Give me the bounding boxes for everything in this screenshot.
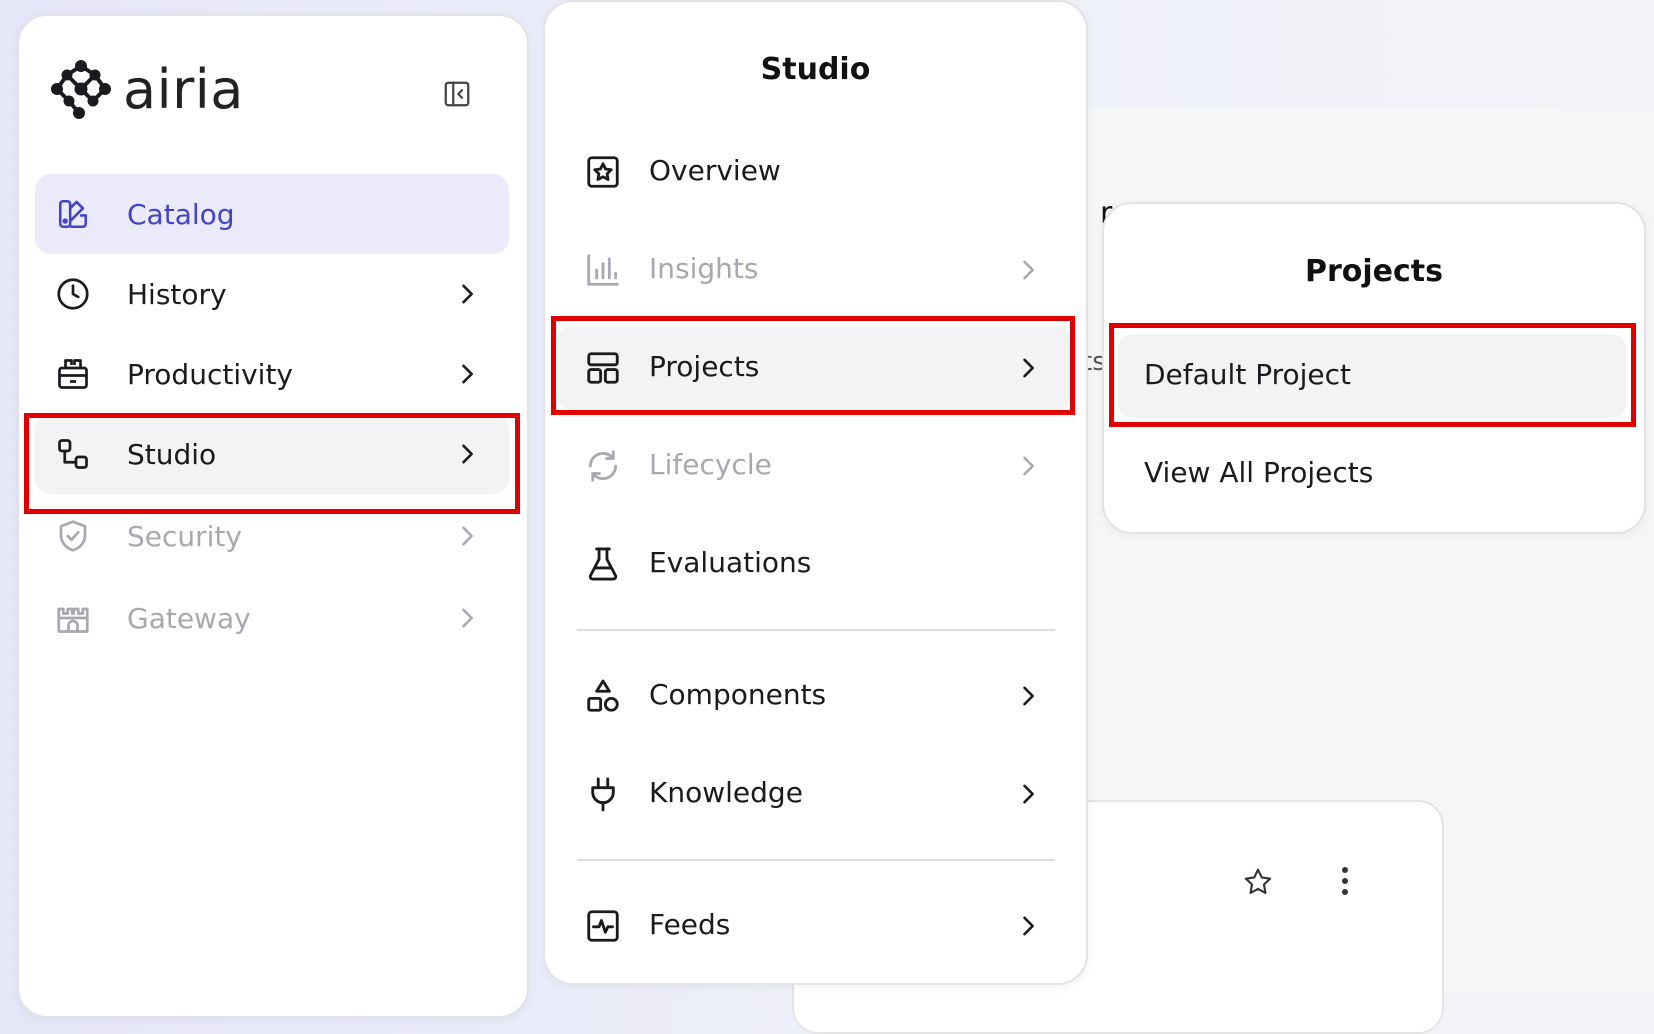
chevron-right-icon (462, 364, 473, 384)
sidebar-item-studio[interactable]: Studio (35, 414, 509, 494)
collapse-sidebar-icon (444, 81, 470, 107)
chevron-right-icon (1023, 456, 1034, 476)
menu-item-label: View All Projects (1144, 456, 1374, 489)
chevron-right-icon (1023, 784, 1034, 804)
menu-item-knowledge[interactable]: Knowledge (557, 752, 1072, 836)
productivity-icon (55, 356, 91, 392)
lifecycle-icon (583, 446, 623, 486)
menu-item-label: Lifecycle (649, 448, 772, 481)
components-icon (583, 676, 623, 716)
sidebar-item-label: Security (127, 519, 242, 553)
overview-icon (583, 152, 623, 192)
clock-icon (55, 276, 91, 312)
more-options-icon[interactable] (1339, 865, 1351, 901)
menu-divider (577, 629, 1055, 631)
projects-submenu: Projects Default Project View All Projec… (1102, 202, 1646, 534)
sidebar-item-gateway[interactable]: Gateway (35, 578, 509, 658)
menu-item-label: Default Project (1144, 358, 1352, 391)
menu-item-label: Projects (649, 350, 760, 383)
studio-icon (55, 436, 91, 472)
sidebar-item-label: Productivity (127, 357, 293, 391)
menu-item-components[interactable]: Components (557, 654, 1072, 738)
catalog-icon (55, 196, 91, 232)
sidebar-item-security[interactable]: Security (35, 496, 509, 576)
plug-icon (583, 774, 623, 814)
sidebar: airia Catalog History Productivity Studi… (17, 14, 529, 1018)
menu-divider (577, 859, 1055, 861)
menu-item-feeds[interactable]: Feeds (557, 884, 1072, 968)
sidebar-item-productivity[interactable]: Productivity (35, 334, 509, 414)
submenu-title: Projects (1304, 254, 1443, 289)
chevron-right-icon (462, 608, 473, 628)
chevron-right-icon (462, 444, 473, 464)
menu-item-label: Overview (649, 154, 781, 187)
gateway-icon (55, 600, 91, 636)
sidebar-item-label: Gateway (127, 601, 251, 635)
studio-submenu: Studio Overview Insights Projects Lifecy… (543, 0, 1088, 985)
airia-logo-icon (51, 59, 111, 119)
sidebar-item-label: Studio (127, 437, 217, 471)
shield-icon (55, 518, 91, 554)
projects-icon (583, 348, 623, 388)
menu-item-default-project[interactable]: Default Project (1118, 334, 1626, 418)
chevron-right-icon (462, 284, 473, 304)
feeds-icon (583, 906, 623, 946)
sidebar-item-history[interactable]: History (35, 254, 509, 334)
collapse-sidebar-button[interactable] (439, 76, 475, 112)
flask-icon (583, 544, 623, 584)
menu-item-label: Feeds (649, 908, 731, 941)
logo: airia (49, 58, 244, 121)
menu-item-insights[interactable]: Insights (557, 228, 1072, 312)
sidebar-item-label: History (127, 277, 227, 311)
chevron-right-icon (462, 526, 473, 546)
menu-item-evaluations[interactable]: Evaluations (557, 522, 1072, 606)
chevron-right-icon (1023, 358, 1034, 378)
menu-item-label: Insights (649, 252, 759, 285)
menu-item-view-all-projects[interactable]: View All Projects (1118, 432, 1626, 516)
chevron-right-icon (1023, 916, 1034, 936)
chevron-right-icon (1023, 260, 1034, 280)
menu-item-label: Evaluations (649, 546, 812, 579)
sidebar-item-label: Catalog (127, 197, 235, 231)
menu-item-lifecycle[interactable]: Lifecycle (557, 424, 1072, 508)
menu-item-label: Components (649, 678, 827, 711)
logo-text: airia (123, 58, 244, 121)
sidebar-item-catalog[interactable]: Catalog (35, 174, 509, 254)
insights-icon (583, 250, 623, 290)
menu-item-label: Knowledge (649, 776, 803, 809)
chevron-right-icon (1023, 686, 1034, 706)
favorite-star-icon[interactable] (1242, 866, 1274, 902)
menu-item-projects[interactable]: Projects (557, 326, 1072, 410)
menu-item-overview[interactable]: Overview (557, 130, 1072, 214)
submenu-title: Studio (760, 52, 871, 87)
